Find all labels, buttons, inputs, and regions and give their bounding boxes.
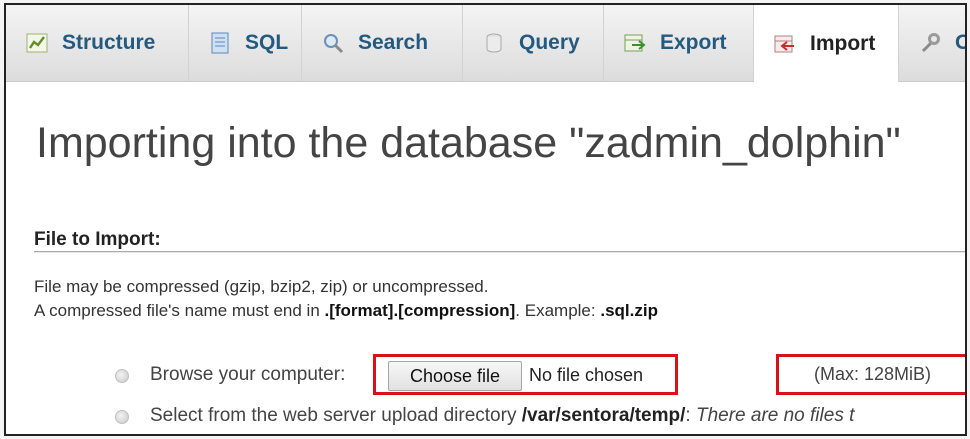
example-filename: .sql.zip xyxy=(600,301,658,320)
import-icon xyxy=(774,33,796,55)
choose-file-button[interactable]: Choose file xyxy=(388,361,522,391)
filename-note: A compressed file's name must end in .[f… xyxy=(34,301,658,321)
tab-bar: Structure SQL Search Query Export Import xyxy=(6,5,965,82)
structure-icon xyxy=(26,32,48,54)
filename-note-mid: . Example: xyxy=(515,301,601,320)
server-directory-option: Select from the web server upload direct… xyxy=(150,405,854,427)
tab-structure[interactable]: Structure xyxy=(6,5,189,81)
compression-note: File may be compressed (gzip, bzip2, zip… xyxy=(34,277,488,297)
tab-export[interactable]: Export xyxy=(604,5,754,81)
tab-import[interactable]: Import xyxy=(754,5,899,82)
phpmyadmin-window: Structure SQL Search Query Export Import… xyxy=(4,3,967,436)
browse-label: Browse your computer: xyxy=(150,364,346,385)
section-title: File to Import: xyxy=(34,229,161,250)
server-directory-note: There are no files t xyxy=(690,405,855,426)
page-title: Importing into the database "zadmin_dolp… xyxy=(36,119,901,167)
tab-label: Query xyxy=(519,31,580,54)
tab-label: Import xyxy=(810,31,876,55)
search-icon xyxy=(322,32,344,54)
tab-label: O xyxy=(955,31,965,55)
tab-sql[interactable]: SQL xyxy=(189,5,302,81)
operations-wrench-icon xyxy=(919,32,941,54)
tab-label: Export xyxy=(660,31,727,54)
filename-note-prefix: A compressed file's name must end in xyxy=(34,301,325,320)
tab-label: SQL xyxy=(245,31,289,54)
tab-label: Structure xyxy=(62,31,156,54)
max-upload-size: (Max: 128MiB) xyxy=(814,364,932,384)
server-directory-label: Select from the web server upload direct… xyxy=(150,405,522,426)
server-directory-radio[interactable] xyxy=(115,410,129,424)
tab-label: Search xyxy=(358,31,429,54)
server-directory-path: /var/sentora/temp/ xyxy=(521,405,686,426)
compression-note-line1: File may be compressed (gzip, bzip2, zip… xyxy=(34,277,489,296)
tab-operations[interactable]: O xyxy=(899,5,965,81)
section-divider xyxy=(34,251,965,252)
export-icon xyxy=(624,32,646,54)
no-file-status: No file chosen xyxy=(529,365,644,385)
browse-radio[interactable] xyxy=(115,369,129,383)
format-pattern: .[format].[compression] xyxy=(324,301,516,320)
sql-icon xyxy=(209,32,231,54)
query-icon xyxy=(483,32,505,54)
tab-query[interactable]: Query xyxy=(463,5,604,81)
tab-search[interactable]: Search xyxy=(302,5,463,81)
